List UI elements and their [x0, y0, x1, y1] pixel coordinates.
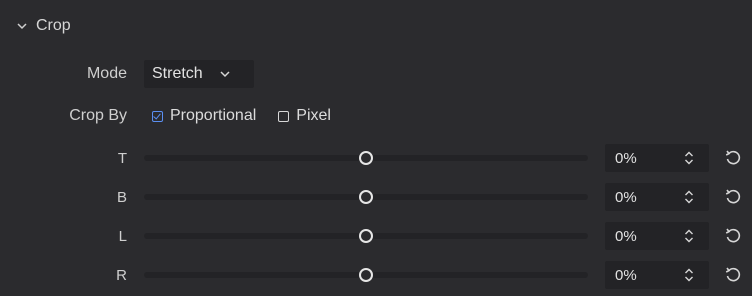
slider-track-bottom[interactable]: [144, 190, 588, 204]
chevron-down-icon: [220, 71, 230, 78]
slider-label-top: T: [117, 149, 127, 167]
slider-track-left[interactable]: [144, 229, 588, 243]
section-title: Crop: [36, 17, 71, 34]
slider-thumb-top[interactable]: [359, 151, 373, 165]
stepper-value-top: 0%: [615, 149, 637, 167]
slider-thumb-bottom[interactable]: [359, 190, 373, 204]
crop-by-row: Crop By Proportional Pixel: [0, 100, 752, 132]
mode-dropdown-value: Stretch: [152, 65, 203, 82]
proportional-option[interactable]: Proportional: [152, 107, 256, 125]
stepper-value-bottom: 0%: [615, 188, 637, 206]
mode-dropdown[interactable]: Stretch: [144, 60, 254, 88]
pixel-option[interactable]: Pixel: [278, 107, 331, 125]
value-stepper-top[interactable]: 0%: [605, 144, 709, 172]
mode-row: Mode Stretch: [0, 58, 752, 90]
slider-row-right: R 0%: [0, 258, 752, 292]
up-down-arrows-icon[interactable]: [684, 228, 694, 244]
slider-thumb-right[interactable]: [359, 268, 373, 282]
pixel-checkbox[interactable]: [278, 110, 290, 122]
reset-icon[interactable]: [724, 266, 742, 284]
chevron-down-icon[interactable]: [16, 20, 28, 32]
crop-section-header[interactable]: Crop: [0, 6, 71, 46]
slider-row-left: L 0%: [0, 219, 752, 253]
crop-by-label: Crop By: [69, 107, 127, 124]
slider-row-bottom: B 0%: [0, 180, 752, 214]
slider-label-right: R: [116, 266, 127, 284]
stepper-value-left: 0%: [615, 227, 637, 245]
up-down-arrows-icon[interactable]: [684, 189, 694, 205]
slider-track-right[interactable]: [144, 268, 588, 282]
reset-icon[interactable]: [724, 149, 742, 167]
up-down-arrows-icon[interactable]: [684, 267, 694, 283]
proportional-label: Proportional: [170, 107, 257, 124]
value-stepper-right[interactable]: 0%: [605, 261, 709, 289]
mode-label: Mode: [86, 65, 127, 82]
value-stepper-bottom[interactable]: 0%: [605, 183, 709, 211]
slider-track-top[interactable]: [144, 151, 588, 165]
crop-panel: Crop Mode Stretch Crop By Proportional P…: [0, 0, 752, 296]
slider-thumb-left[interactable]: [359, 229, 373, 243]
slider-row-top: T 0%: [0, 141, 752, 175]
up-down-arrows-icon[interactable]: [684, 150, 694, 166]
slider-label-left: L: [118, 227, 127, 245]
proportional-checkbox[interactable]: [152, 110, 163, 122]
stepper-value-right: 0%: [615, 266, 637, 284]
value-stepper-left[interactable]: 0%: [605, 222, 709, 250]
pixel-label: Pixel: [296, 107, 331, 124]
slider-label-bottom: B: [116, 188, 127, 206]
reset-icon[interactable]: [724, 227, 742, 245]
reset-icon[interactable]: [724, 188, 742, 206]
